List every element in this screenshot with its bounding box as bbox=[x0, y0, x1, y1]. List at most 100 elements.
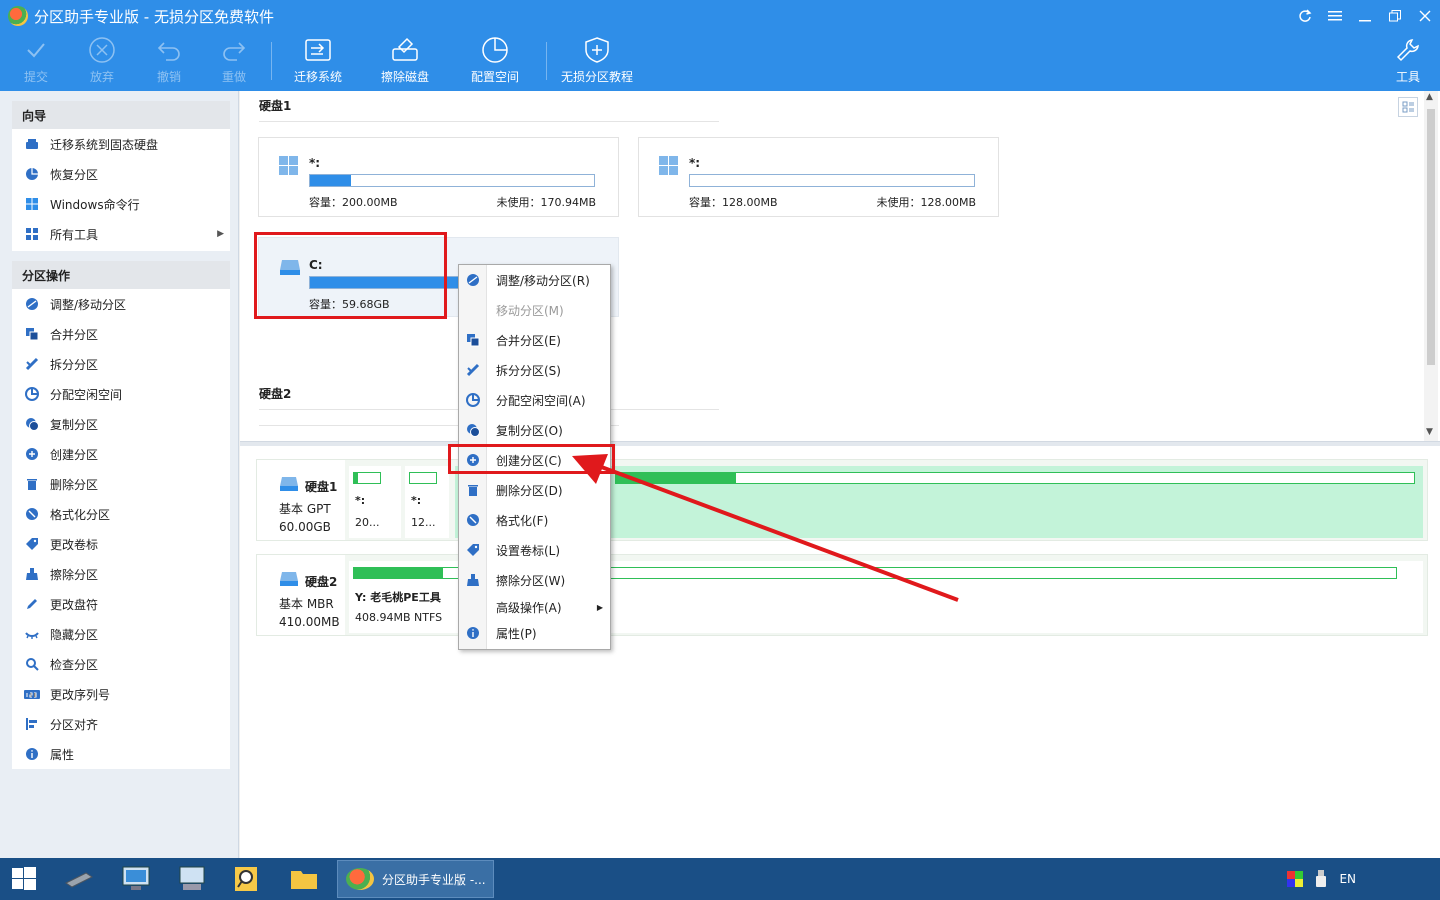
partition-capacity: 容量：200.00MB bbox=[309, 196, 398, 209]
language-indicator[interactable]: EN bbox=[1339, 872, 1356, 886]
sidebar-item-create-partition[interactable]: 创建分区 bbox=[12, 439, 230, 469]
sidebar-item-split-partition[interactable]: 拆分分区 bbox=[12, 349, 230, 379]
delete-partition-icon bbox=[464, 481, 482, 499]
taskbar-active-window[interactable]: 分区助手专业版 -... bbox=[337, 860, 494, 898]
taskbar-app[interactable] bbox=[58, 858, 98, 900]
toolbar: 提交 放弃 撤销 重做 迁移系统 擦除磁盘 配置空间 无损分区教程 工具 bbox=[0, 34, 1440, 90]
sidebar: 向导 迁移系统到固态硬盘 恢复分区 Windows命令行 所有工具 ▶ 分区操作… bbox=[0, 91, 239, 858]
undo-button[interactable]: 撤销 bbox=[149, 34, 189, 90]
color-icon[interactable] bbox=[1287, 871, 1304, 887]
sidebar-item-wipe-partition[interactable]: 擦除分区 bbox=[12, 559, 230, 589]
sidebar-item-label: 所有工具 bbox=[50, 227, 99, 242]
sidebar-item-info[interactable]: 属性 bbox=[12, 739, 230, 769]
wipe-disk-button[interactable]: 擦除磁盘 bbox=[377, 34, 433, 90]
start-button[interactable] bbox=[8, 858, 40, 900]
sidebar-item-recover-partition[interactable]: 恢复分区 bbox=[12, 159, 230, 189]
context-menu-item-label: 格式化(F) bbox=[496, 513, 549, 528]
tools-button[interactable]: 工具 bbox=[1392, 34, 1424, 90]
context-menu-item[interactable]: 调整/移动分区(R) bbox=[459, 265, 610, 295]
context-menu-item-label: 移动分区(M) bbox=[496, 303, 564, 318]
context-menu-item[interactable]: 分配空闲空间(A) bbox=[459, 385, 610, 415]
allocate-space-button[interactable]: 配置空间 bbox=[467, 34, 523, 90]
sidebar-item-all-tools[interactable]: 所有工具 ▶ bbox=[12, 219, 230, 249]
wipe-disk-icon bbox=[392, 37, 418, 61]
context-menu-item[interactable]: 属性(P) bbox=[459, 618, 610, 648]
sidebar-item-migrate-ssd[interactable]: 迁移系统到固态硬盘 bbox=[12, 129, 230, 159]
sidebar-item-allocate-space[interactable]: 分配空闲空间 bbox=[12, 379, 230, 409]
disk1-title: 硬盘1 bbox=[259, 99, 292, 113]
memory-chip-icon bbox=[65, 872, 93, 888]
scroll-down-icon[interactable]: ▼ bbox=[1426, 427, 1433, 437]
title-bar: 分区助手专业版 - 无损分区免费软件 bbox=[0, 0, 1440, 32]
restore-button[interactable] bbox=[1380, 0, 1410, 32]
label-icon bbox=[464, 541, 482, 559]
highlight-box bbox=[254, 232, 447, 319]
sidebar-item-serial-number[interactable]: 更改序列号 bbox=[12, 679, 230, 709]
partition-card[interactable]: *: 容量：128.00MB 未使用：128.00MB bbox=[638, 137, 999, 217]
sidebar-item-hide-partition[interactable]: 隐藏分区 bbox=[12, 619, 230, 649]
label-icon bbox=[24, 536, 40, 552]
ops-title: 分区操作 bbox=[12, 261, 230, 289]
sidebar-item-label: 拆分分区 bbox=[50, 357, 99, 372]
discard-button[interactable]: 放弃 bbox=[82, 34, 122, 90]
view-toggle-button[interactable] bbox=[1398, 97, 1418, 117]
taskbar-app[interactable] bbox=[226, 858, 266, 900]
windows-icon bbox=[659, 156, 679, 179]
disk-name: 硬盘2 bbox=[305, 575, 338, 589]
context-menu-item: 移动分区(M) bbox=[459, 295, 610, 325]
migrate-icon bbox=[305, 39, 331, 61]
context-menu-item-label: 设置卷标(L) bbox=[496, 543, 561, 558]
hide-partition-icon bbox=[24, 626, 40, 642]
change-letter-icon bbox=[24, 596, 40, 612]
usb-icon[interactable] bbox=[1315, 870, 1327, 888]
resize-partition-icon bbox=[24, 296, 40, 312]
menu-button[interactable] bbox=[1320, 0, 1350, 32]
partition-cell[interactable]: *: 20... bbox=[349, 466, 401, 538]
context-menu-item-label: 调整/移动分区(R) bbox=[496, 273, 590, 288]
partition-cell[interactable]: *: 12... bbox=[405, 466, 449, 538]
split-partition-icon bbox=[464, 361, 482, 379]
disk2-title: 硬盘2 bbox=[259, 387, 292, 401]
partition-name: *: bbox=[689, 156, 701, 170]
migrate-os-button[interactable]: 迁移系统 bbox=[290, 34, 346, 90]
partition-card[interactable]: *: 容量：200.00MB 未使用：170.94MB bbox=[258, 137, 619, 217]
sidebar-item-delete-partition[interactable]: 删除分区 bbox=[12, 469, 230, 499]
refresh-button[interactable] bbox=[1290, 0, 1320, 32]
tutorial-button[interactable]: 无损分区教程 bbox=[559, 34, 635, 90]
sidebar-item-check-partition[interactable]: 检查分区 bbox=[12, 649, 230, 679]
shield-icon bbox=[585, 37, 609, 63]
sidebar-item-label: 复制分区 bbox=[50, 417, 99, 432]
commit-button[interactable]: 提交 bbox=[16, 34, 56, 90]
discard-label: 放弃 bbox=[89, 70, 114, 84]
redo-button[interactable]: 重做 bbox=[214, 34, 254, 90]
annotation-arrow bbox=[572, 454, 959, 602]
disk-info[interactable]: 硬盘1 基本 GPT 60.00GB bbox=[257, 460, 345, 540]
taskbar-app[interactable] bbox=[284, 858, 324, 900]
restore-icon bbox=[1389, 10, 1401, 22]
context-menu-item[interactable]: 合并分区(E) bbox=[459, 325, 610, 355]
sidebar-item-label[interactable]: 更改卷标 bbox=[12, 529, 230, 559]
sidebar-item-label: 更改序列号 bbox=[50, 687, 111, 702]
format-partition-icon bbox=[464, 511, 482, 529]
minimize-button[interactable] bbox=[1350, 0, 1380, 32]
sidebar-item-change-letter[interactable]: 更改盘符 bbox=[12, 589, 230, 619]
sidebar-item-align-partition[interactable]: 分区对齐 bbox=[12, 709, 230, 739]
sidebar-item-merge-partition[interactable]: 合并分区 bbox=[12, 319, 230, 349]
sidebar-item-windows-cmd[interactable]: Windows命令行 bbox=[12, 189, 230, 219]
partition-capacity: 容量：128.00MB bbox=[689, 196, 778, 209]
sidebar-item-format-partition[interactable]: 格式化分区 bbox=[12, 499, 230, 529]
sidebar-item-label: 隐藏分区 bbox=[50, 627, 99, 642]
scroll-thumb[interactable] bbox=[1427, 109, 1435, 365]
refresh-icon bbox=[1299, 9, 1312, 22]
partition-name: *: bbox=[309, 156, 321, 170]
sidebar-item-copy-partition[interactable]: 复制分区 bbox=[12, 409, 230, 439]
context-menu-item[interactable]: 拆分分区(S) bbox=[459, 355, 610, 385]
scrollbar[interactable]: ▲ ▼ bbox=[1424, 91, 1438, 441]
sidebar-item-resize-partition[interactable]: 调整/移动分区 bbox=[12, 289, 230, 319]
disk-info[interactable]: 硬盘2 基本 MBR 410.00MB bbox=[257, 555, 345, 635]
app-logo-icon bbox=[346, 868, 374, 890]
close-button[interactable] bbox=[1410, 0, 1440, 32]
scroll-up-icon[interactable]: ▲ bbox=[1426, 92, 1433, 102]
taskbar-app[interactable] bbox=[172, 858, 212, 900]
taskbar-app[interactable] bbox=[116, 858, 156, 900]
